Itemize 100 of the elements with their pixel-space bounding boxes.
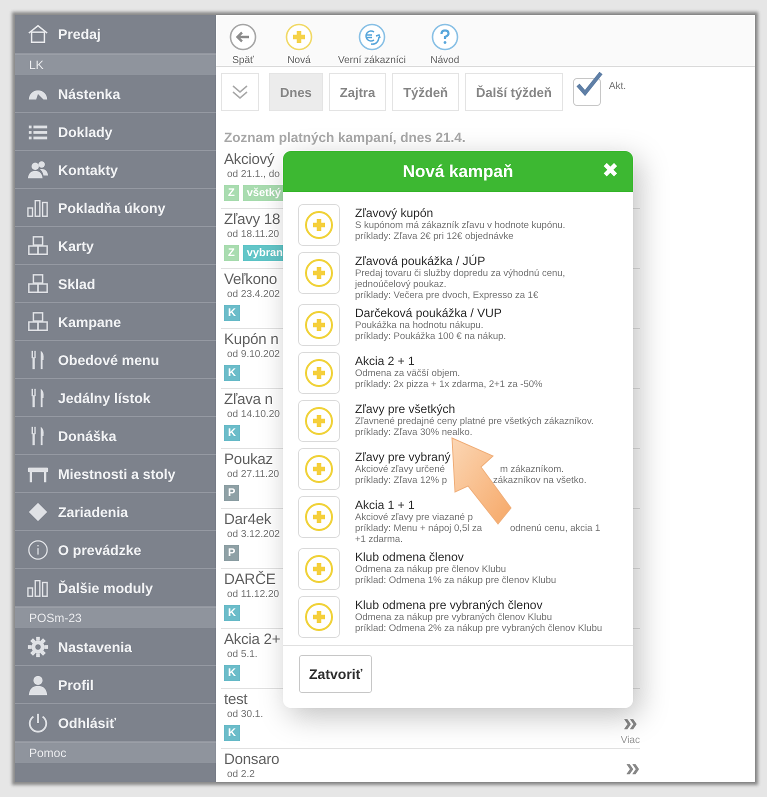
tag: K <box>224 725 240 741</box>
campaign-title: Poukaz <box>224 451 274 469</box>
menu-item[interactable]: Karty <box>15 227 216 265</box>
option-description: príklady: Poukážka 100 € na nákup. <box>355 331 506 342</box>
help-icon <box>430 23 459 51</box>
option-title: Darčeková poukážka / VUP <box>355 306 503 320</box>
menu-item[interactable]: Profil <box>15 666 216 704</box>
expand-button[interactable] <box>221 73 259 111</box>
plus-icon <box>285 23 313 51</box>
plus-icon <box>304 210 334 240</box>
close-button[interactable]: Zatvoriť <box>299 655 372 693</box>
list-heading: Zoznam platných kampaní, dnes 21.4. <box>224 130 467 145</box>
more-link[interactable]: » <box>626 756 640 778</box>
gear-icon <box>27 636 49 658</box>
info-icon <box>27 538 49 560</box>
diamond-icon <box>27 500 49 522</box>
option-title: Zľavová poukážka / JÚP <box>355 254 486 268</box>
menu-item[interactable]: O prevádzke <box>15 531 216 569</box>
menu-item[interactable]: Kontakty <box>15 151 216 189</box>
campaign-date: od 23.4.202 <box>226 289 280 301</box>
add-button[interactable] <box>298 596 340 638</box>
menu-item[interactable]: Nastavenia <box>15 628 216 666</box>
add-button[interactable] <box>298 252 340 294</box>
checkbox[interactable] <box>572 71 603 105</box>
date-tab[interactable]: Dnes <box>269 73 323 111</box>
option-description: Akciové zľavy pre viazané p <box>355 512 473 523</box>
tag: Z <box>224 185 239 201</box>
campaign-title: Zľavy 18 <box>224 211 282 229</box>
campaign-title: test <box>224 691 248 709</box>
option-description: odnenú cenu, akcia 1 <box>510 523 600 534</box>
add-button[interactable] <box>298 496 340 538</box>
menu-item[interactable]: Kampane <box>15 303 216 341</box>
more-label: Viac <box>620 735 640 746</box>
plus-icon <box>304 310 334 340</box>
tag: K <box>224 305 240 321</box>
section-header: POSm-23 <box>15 607 216 628</box>
plus-icon <box>304 454 334 484</box>
option-description: Predaj tovaru či služby dopredu za výhodnú cenu, <box>355 268 566 279</box>
plus-icon <box>304 358 334 388</box>
date-tab[interactable]: Týždeň <box>392 73 459 111</box>
campaign-date: od 14.10.20 <box>226 409 280 421</box>
menu-item[interactable]: Obedové menu <box>15 341 216 379</box>
option-title: Klub odmena pre vybraných členov <box>355 598 544 612</box>
plus-icon <box>304 602 334 632</box>
toolbar-button[interactable]: Verní zákazníci <box>338 23 406 66</box>
date-tab[interactable]: Zajtra <box>328 73 386 111</box>
campaign-date: od 11.12.20 <box>226 589 280 601</box>
campaign-date: od 9.10.202 <box>226 349 280 361</box>
date-tab[interactable]: Ďalší týždeň <box>465 73 563 111</box>
menu-item[interactable]: Jedálny lístok <box>15 379 216 417</box>
add-button[interactable] <box>298 204 340 246</box>
menu-item[interactable]: Pokladňa úkony <box>15 189 216 227</box>
campaign-date: od 5.1. <box>226 649 259 661</box>
section-header: LK <box>15 54 216 75</box>
option-title: Zľavy pre všetkých <box>355 402 456 416</box>
close-button[interactable]: ✖ <box>602 159 619 183</box>
option-description: +1 zdarma. <box>355 534 403 545</box>
campaign-title: Zľava n <box>224 391 274 409</box>
option-description: zákazníkov na všetko. <box>493 475 586 486</box>
campaign-title: Akcia 2+ <box>224 631 280 649</box>
option-description: Zľavnené predajné ceny platné pre všetkých zákazníkov. <box>355 416 594 427</box>
add-button[interactable] <box>298 400 340 442</box>
people-icon <box>27 158 49 180</box>
menu-item[interactable]: Zariadenia <box>15 493 216 531</box>
toolbar-button[interactable]: Späť <box>226 23 260 66</box>
house-icon <box>27 23 49 45</box>
add-button[interactable] <box>298 448 340 490</box>
campaign-date: od 27.11.20 <box>226 469 280 481</box>
menu-item[interactable]: Donáška <box>15 417 216 455</box>
toolbar-button[interactable]: Návod <box>428 23 462 66</box>
euro-icon <box>358 23 386 51</box>
tag: K <box>224 365 240 381</box>
more-link[interactable]: » <box>623 711 638 733</box>
option-description: Odmena za nákup pre členov Klubu <box>355 564 506 575</box>
menu-item[interactable]: Nástenka <box>15 75 216 113</box>
tag: všetký <box>242 185 285 201</box>
option-description: príklady: Večera pre dvoch, Expresso za 1€ <box>355 290 538 301</box>
add-button[interactable] <box>298 304 340 346</box>
menu-item[interactable]: Doklady <box>15 113 216 151</box>
toolbar-button[interactable]: Nová <box>282 23 316 66</box>
option-description: S kupónom má zákazník zľavu v hodnote kupónu. <box>355 220 566 231</box>
tag: K <box>224 425 240 441</box>
tag: P <box>224 485 240 501</box>
option-description: príklady: Zľava 2€ pri 12€ objednávke <box>355 231 514 242</box>
add-button[interactable] <box>298 352 340 394</box>
person-icon <box>27 674 49 696</box>
option-description: m zákazníkom. <box>500 464 564 475</box>
menu-item[interactable]: Sklad <box>15 265 216 303</box>
boxes-icon <box>27 310 49 332</box>
campaign-title: Kupón n <box>224 331 280 349</box>
option-title: Akcia 1 + 1 <box>355 498 416 512</box>
option-description: príklady: 2x pizza + 1x zdarma, 2+1 za -50% <box>355 379 542 390</box>
tag: K <box>224 665 240 681</box>
option-description: jednoúčelový poukaz. <box>355 279 446 290</box>
add-button[interactable] <box>298 548 340 590</box>
campaign-date: od 21.1., do <box>226 169 281 181</box>
campaign-title: Donsaro <box>224 751 280 769</box>
menu-item[interactable]: Miestnosti a stoly <box>15 455 216 493</box>
option-description: príklady: Zľava 30% nealko. <box>355 427 472 438</box>
boxes-icon <box>27 234 49 256</box>
